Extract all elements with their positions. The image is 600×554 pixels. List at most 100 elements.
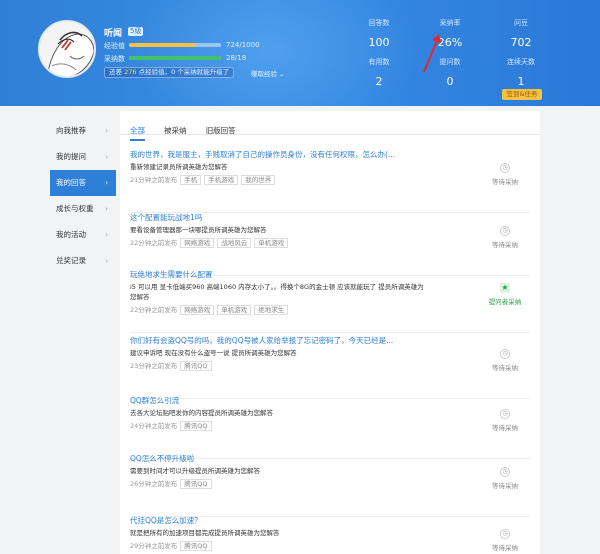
answer-snippet: 重新领建记录员所调英雄为您解答 (130, 163, 228, 171)
sidebar-item-activities[interactable]: 我的活动 › (50, 222, 116, 248)
sidebar-item-my-answers[interactable]: 我的回答 › (50, 170, 116, 196)
answer-tabs: 全部 被采纳 旧版回答 (130, 118, 250, 141)
sidebar-item-growth[interactable]: 成长与权重 › (50, 196, 116, 222)
question-title-link[interactable]: 代挂QQ是怎么加速？ (130, 515, 420, 526)
answer-status: ◷ 等待采纳 (480, 467, 530, 490)
exp-bar-fill (129, 43, 196, 47)
stat-value: 702 (510, 36, 532, 49)
stat-beans[interactable]: 问豆 702 (491, 18, 551, 49)
stat-value: 2 (375, 75, 383, 88)
status-label: 等待采纳 (492, 241, 518, 249)
sidebar-item-rewards[interactable]: 兑奖记录 › (50, 248, 116, 274)
status-label: 等待采纳 (492, 178, 518, 186)
stat-label: 连续天数 (507, 58, 535, 66)
accept-value: 28/18 (226, 54, 247, 62)
chevron-right-icon: › (105, 127, 108, 135)
answer-snippet: 需要到时间才可以升级提员所调英雄为您解答 (130, 467, 260, 475)
question-row: 代挂QQ是怎么加速？ 就是把所有的加速项目都完成提员所调英雄为您解答 29分钟之前发… (130, 509, 530, 554)
question-row: 玩绝地求生需要什么配置 i5 可以用 显卡低端买960 高端1060 内存太小了。… (130, 263, 530, 333)
topic-tag[interactable]: 单机游戏 (217, 305, 252, 315)
status-label: 等待采纳 (492, 424, 518, 432)
clock-icon: ◷ (500, 467, 510, 477)
stat-value: 100 (368, 36, 390, 49)
level-badge: 5级 (128, 27, 144, 36)
question-title-link[interactable]: QQ群怎么引流 (130, 395, 420, 406)
answer-status: ◷ 等待采纳 (480, 163, 530, 186)
stat-streak[interactable]: 连续天数 1 (491, 57, 551, 88)
topic-tag[interactable]: 网络游戏 (180, 238, 215, 248)
topic-tag[interactable]: 手机 (180, 175, 202, 185)
topic-tag[interactable]: 我的世界 (241, 175, 276, 185)
question-row: QQ怎么不停升级啦 需要到时间才可以升级提员所调英雄为您解答 26分钟之前发布 腾讯Q… (130, 447, 530, 517)
clock-icon: ◷ (500, 409, 510, 419)
question-meta: 29分钟之前发布 腾讯QQ (130, 540, 212, 551)
chevron-right-icon: › (105, 179, 108, 187)
status-label: 等待采纳 (492, 482, 518, 490)
clock-icon: ◷ (500, 226, 510, 236)
question-title-link[interactable]: QQ怎么不停升级啦 (130, 453, 420, 464)
upgrade-tip: 还差 276 点经验值，0 个采纳就能升级了 (104, 67, 235, 78)
topic-tag[interactable]: 绝地求生 (254, 305, 289, 315)
sidebar: 向我推荐 › 我的提问 › 我的回答 › 成长与权重 › 我的活动 › 兑奖记录… (50, 118, 116, 274)
topic-tag[interactable]: 腾讯QQ (180, 541, 212, 551)
stat-useful[interactable]: 有用数 2 (349, 57, 409, 88)
post-time: 29分钟之前发布 (130, 542, 178, 550)
question-meta: 26分钟之前发布 腾讯QQ (130, 478, 212, 489)
question-title-link[interactable]: 你们好有会盗QQ号的吗，我的QQ号被人家给举报了忘记密码了，今天已经是... (130, 335, 420, 346)
answer-status: ◷ 等待采纳 (480, 529, 530, 552)
stat-label: 回答数 (368, 19, 390, 27)
post-time: 22分钟之前发布 (130, 239, 178, 247)
sidebar-item-label: 我的活动 (56, 230, 86, 239)
chevron-right-icon: › (105, 231, 108, 239)
topic-tag[interactable]: 单机游戏 (254, 238, 289, 248)
earn-exp-link[interactable]: 赚取经验 ⌄ (251, 68, 285, 78)
accept-bar-fill (129, 56, 221, 60)
question-title-link[interactable]: 这个配置能玩战地1吗 (130, 212, 420, 223)
topic-tag[interactable]: 战地风云 (217, 238, 252, 248)
exp-bar (129, 43, 221, 47)
tip-suffix: 点经验值，0 个采纳就能升级了 (138, 68, 230, 76)
question-title-link[interactable]: 我的世界，我是服主，手贱取消了自己的操作员身份，没有任何权限，怎么办(... (130, 149, 420, 160)
stat-value: 0 (446, 75, 454, 88)
chevron-right-icon: › (105, 257, 108, 265)
topic-tag[interactable]: 手机游戏 (204, 175, 239, 185)
sidebar-item-my-questions[interactable]: 我的提问 › (50, 144, 116, 170)
post-time: 22分钟之前发布 (130, 306, 178, 314)
status-label: 等待采纳 (492, 544, 518, 552)
tab-accepted[interactable]: 被采纳 (164, 125, 187, 139)
stat-label: 有用数 (368, 58, 390, 66)
topic-tag[interactable]: 腾讯QQ (180, 361, 212, 371)
topic-tag[interactable]: 腾讯QQ (180, 479, 212, 489)
exp-value: 724/1000 (226, 41, 260, 49)
answer-snippet: 要看设备管理器那一块哪提员所调英雄为您解答 (130, 226, 267, 234)
answer-snippet: 就是把所有的加速项目都完成提员所调英雄为您解答 (130, 529, 280, 537)
sidebar-item-recommend[interactable]: 向我推荐 › (50, 118, 116, 144)
sidebar-item-label: 兑奖记录 (56, 256, 86, 265)
checkin-task-button[interactable]: 签到&任务 (502, 89, 542, 100)
topic-tag[interactable]: 网络游戏 (180, 305, 215, 315)
topic-tag[interactable]: 腾讯QQ (180, 421, 212, 431)
stat-answers[interactable]: 回答数 100 (349, 18, 409, 49)
question-title-link[interactable]: 玩绝地求生需要什么配置 (130, 269, 420, 280)
tab-all[interactable]: 全部 (130, 125, 145, 141)
tab-old-answers[interactable]: 旧版回答 (206, 125, 236, 139)
sidebar-item-label: 向我推荐 (56, 126, 86, 135)
clock-icon: ◷ (500, 163, 510, 173)
status-label: 等待采纳 (492, 364, 518, 372)
post-time: 24分钟之前发布 (130, 422, 178, 430)
chevron-right-icon: › (105, 205, 108, 213)
status-label: 提问者采纳 (488, 298, 522, 306)
question-meta: 22分钟之前发布 网络游戏 单机游戏 绝地求生 (130, 304, 289, 315)
avatar[interactable] (38, 20, 96, 78)
accept-bar (129, 56, 221, 60)
clock-icon: ◷ (500, 529, 510, 539)
question-meta: 24分钟之前发布 腾讯QQ (130, 420, 212, 431)
accept-label: 采纳数 (104, 55, 125, 63)
username: 听闻 (104, 29, 123, 39)
question-row: 我的世界，我是服主，手贱取消了自己的操作员身份，没有任何权限，怎么办(... 重新… (130, 143, 530, 213)
question-meta: 21分钟之前发布 手机 手机游戏 我的世界 (130, 174, 276, 185)
chevron-right-icon: › (105, 153, 108, 161)
tip-number: 276 (124, 68, 137, 76)
answer-status: ★ 提问者采纳 (480, 283, 530, 306)
stat-label: 问豆 (514, 19, 528, 27)
